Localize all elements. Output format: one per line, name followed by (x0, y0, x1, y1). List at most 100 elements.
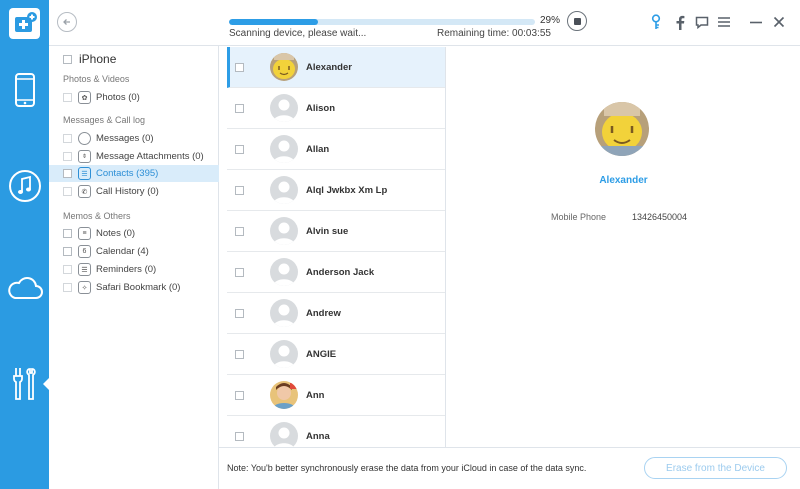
tools-icon (12, 368, 36, 400)
progress-percent: 29% (540, 15, 561, 26)
key-button[interactable] (646, 12, 666, 32)
top-bar: 29% Scanning device, please wait... Rema… (49, 0, 800, 46)
feedback-button[interactable] (692, 12, 712, 32)
reminders-checkbox[interactable] (63, 265, 72, 274)
default-avatar-icon (270, 258, 298, 286)
back-button[interactable] (57, 12, 77, 32)
rail-phone-button[interactable] (0, 60, 49, 120)
detail-contact-name: Alexander (599, 175, 648, 186)
photo-avatar-icon (270, 381, 298, 409)
contact-name: Alvin sue (306, 225, 349, 237)
category-photos-label: Photos (0) (96, 92, 140, 103)
category-contacts[interactable]: ☰ Contacts (395) (49, 165, 219, 182)
category-call-history[interactable]: ✆ Call History (0) (49, 183, 219, 200)
contact-row[interactable]: Alvin sue (227, 211, 445, 252)
music-icon (8, 170, 41, 202)
default-avatar-icon (270, 422, 298, 447)
cloud-icon (7, 277, 43, 299)
default-avatar-icon (270, 299, 298, 327)
default-avatar-icon (270, 217, 298, 245)
category-calendar-label: Calendar (4) (96, 246, 149, 257)
menu-button[interactable] (714, 12, 734, 32)
close-icon (773, 16, 785, 28)
contact-row[interactable]: Allan (227, 129, 445, 170)
device-checkbox[interactable] (63, 54, 72, 64)
photos-checkbox[interactable] (63, 93, 72, 102)
contact-checkbox[interactable] (235, 431, 244, 441)
contact-row[interactable]: Anna (227, 416, 445, 447)
stop-scan-button[interactable] (567, 11, 587, 31)
contact-detail: Alexander Mobile Phone 13426450004 (447, 47, 800, 447)
bookmark-icon: ✧ (78, 281, 91, 294)
category-safari-bookmark[interactable]: ✧ Safari Bookmark (0) (49, 279, 219, 296)
contact-checkbox[interactable] (235, 390, 244, 400)
contact-row[interactable]: Ann (227, 375, 445, 416)
scan-progress-fill (229, 19, 318, 25)
contact-checkbox[interactable] (235, 267, 244, 277)
sync-note: Note: You'b better synchronously erase t… (227, 463, 587, 473)
contact-row[interactable]: ANGIE (227, 334, 445, 375)
contact-row[interactable]: Andrew (227, 293, 445, 334)
minimize-button[interactable] (746, 12, 766, 32)
rail-tools-button[interactable] (0, 354, 49, 414)
section-memos-others: Memos & Others (63, 211, 131, 221)
category-sidebar: iPhone Photos & Videos ✿ Photos (0) Mess… (49, 46, 219, 489)
contact-checkbox[interactable] (235, 103, 244, 113)
category-calendar[interactable]: 6 Calendar (4) (49, 243, 219, 260)
device-root[interactable]: iPhone (63, 52, 116, 66)
scan-progress-bar (229, 19, 535, 25)
scan-status: Scanning device, please wait... (229, 28, 367, 39)
contact-row[interactable]: Alexander (227, 47, 445, 88)
contacts-icon: ☰ (78, 167, 91, 180)
contact-name: Anna (306, 430, 330, 442)
rail-music-button[interactable] (0, 156, 49, 216)
contact-checkbox[interactable] (235, 62, 244, 72)
category-notes-label: Notes (0) (96, 228, 136, 239)
contact-checkbox[interactable] (235, 144, 244, 154)
category-notes[interactable]: ≡ Notes (0) (49, 225, 219, 242)
bookmark-checkbox[interactable] (63, 283, 72, 292)
messages-icon (78, 132, 91, 145)
notes-checkbox[interactable] (63, 229, 72, 238)
footer-bar: Note: You'b better synchronously erase t… (219, 447, 800, 489)
contact-name: ANGIE (306, 348, 337, 360)
category-attachments-label: Message Attachments (0) (96, 151, 204, 162)
category-message-attachments[interactable]: ⌽ Message Attachments (0) (49, 148, 219, 165)
close-button[interactable] (769, 12, 789, 32)
calendar-checkbox[interactable] (63, 247, 72, 256)
mobile-phone-label: Mobile Phone (551, 212, 607, 222)
stop-icon (573, 17, 581, 25)
contact-checkbox[interactable] (235, 349, 244, 359)
contact-checkbox[interactable] (235, 226, 244, 236)
contact-checkbox[interactable] (235, 308, 244, 318)
default-avatar-icon (270, 94, 298, 122)
erase-from-device-button[interactable]: Erase from the Device (644, 457, 787, 479)
menu-icon (718, 17, 730, 27)
contact-checkbox[interactable] (235, 185, 244, 195)
category-photos[interactable]: ✿ Photos (0) (49, 89, 219, 106)
photo-avatar-icon (270, 53, 298, 81)
notes-icon: ≡ (78, 227, 91, 240)
section-messages-call-log: Messages & Call log (63, 115, 146, 125)
messages-checkbox[interactable] (63, 134, 72, 143)
rail-cloud-button[interactable] (0, 258, 49, 318)
photo-avatar-icon (595, 102, 649, 156)
category-reminders-label: Reminders (0) (96, 264, 157, 275)
key-icon (651, 14, 661, 29)
contact-name: Ann (306, 389, 325, 401)
default-avatar-icon (270, 176, 298, 204)
attachments-checkbox[interactable] (63, 152, 72, 161)
call-history-checkbox[interactable] (63, 187, 72, 196)
contact-row[interactable]: Anderson Jack (227, 252, 445, 293)
facebook-button[interactable] (670, 12, 690, 32)
app-logo-icon (9, 8, 40, 39)
contact-row[interactable]: Alql Jwkbx Xm Lp (227, 170, 445, 211)
phone-icon (14, 73, 35, 107)
contact-row[interactable]: Alison (227, 88, 445, 129)
category-reminders[interactable]: ☰ Reminders (0) (49, 261, 219, 278)
category-messages[interactable]: Messages (0) (49, 130, 219, 147)
section-photos-videos: Photos & Videos (63, 74, 130, 84)
calendar-icon: 6 (78, 245, 91, 258)
contacts-checkbox[interactable] (63, 169, 72, 178)
arrow-left-icon (63, 19, 70, 25)
